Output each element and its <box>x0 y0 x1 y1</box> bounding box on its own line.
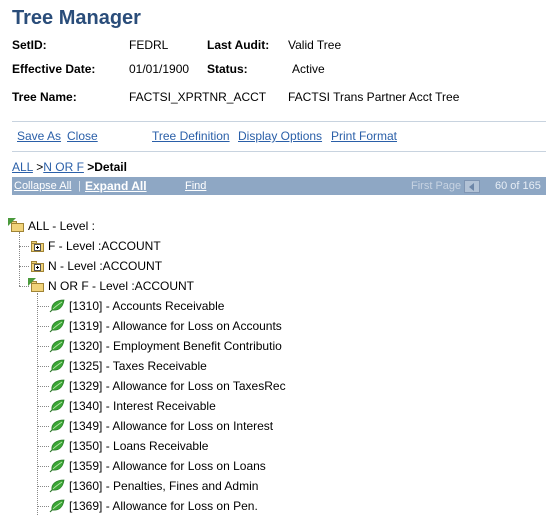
tree-connector <box>37 346 49 347</box>
closed-folder-icon <box>31 260 45 272</box>
tree-leaf-label: [1319] - Allowance for Loss on Accounts <box>69 319 282 333</box>
tree-leaf-label: [1310] - Accounts Receivable <box>69 299 225 313</box>
tree-leaf-label: [1325] - Taxes Receivable <box>69 359 207 373</box>
tree-leaf[interactable]: [1325] - Taxes Receivable <box>49 356 207 376</box>
tree-name-label: Tree Name: <box>12 90 77 104</box>
actions-divider <box>12 151 546 152</box>
leaf-icon <box>49 399 65 413</box>
tree-leaf-label: [1350] - Loans Receivable <box>69 439 209 453</box>
tree-root-node[interactable]: ALL - Level : <box>8 216 95 236</box>
close-link[interactable]: Close <box>67 129 98 143</box>
status-label: Status: <box>207 62 248 76</box>
breadcrumb-separator: > <box>83 160 95 174</box>
leaf-icon <box>49 419 65 433</box>
header-divider <box>12 121 546 122</box>
breadcrumb-norf-link[interactable]: N OR F <box>43 160 84 174</box>
tree-leaf[interactable]: [1369] - Allowance for Loss on Pen. <box>49 496 258 516</box>
closed-folder-icon <box>31 240 45 252</box>
expand-all-link[interactable]: Expand All <box>85 179 147 193</box>
tree-leaf[interactable]: [1359] - Allowance for Loss on Loans <box>49 456 266 476</box>
leaf-icon <box>49 359 65 373</box>
tree-connector <box>37 466 49 467</box>
status-value: Active <box>292 62 325 76</box>
tree-connector <box>37 306 49 307</box>
tree-leaf-label: [1369] - Allowance for Loss on Pen. <box>69 499 258 513</box>
tree-connector <box>37 426 49 427</box>
tree-leaf-label: [1360] - Penalties, Fines and Admin <box>69 479 259 493</box>
breadcrumb-current: Detail <box>94 160 127 174</box>
tree-connector <box>19 286 29 287</box>
tree-name-value: FACTSI_XPRTNR_ACCT <box>129 90 267 104</box>
effective-date-label: Effective Date: <box>12 62 96 76</box>
tree-node-label: N - Level :ACCOUNT <box>48 259 163 273</box>
tree-node-n-or-f[interactable]: N OR F - Level :ACCOUNT <box>28 276 195 296</box>
tree-leaf-label: [1329] - Allowance for Loss on TaxesRec <box>69 379 286 393</box>
breadcrumb-all-link[interactable]: ALL <box>12 160 33 174</box>
save-as-link[interactable]: Save As <box>17 129 61 143</box>
leaf-icon <box>49 319 65 333</box>
breadcrumb: ALL >N OR F >Detail <box>12 160 127 174</box>
tree-connector <box>37 506 49 507</box>
open-folder-icon <box>8 217 25 232</box>
tree-root-label: ALL - Level : <box>28 219 95 233</box>
first-page-link[interactable]: First Page <box>411 180 461 192</box>
tree-leaf-label: [1349] - Allowance for Loss on Interest <box>69 419 274 433</box>
tree-leaf-label: [1320] - Employment Benefit Contributio <box>69 339 282 353</box>
tree-leaf[interactable]: [1349] - Allowance for Loss on Interest <box>49 416 273 436</box>
breadcrumb-separator: > <box>32 160 44 174</box>
page-title: Tree Manager <box>12 7 141 29</box>
tree-connector <box>37 366 49 367</box>
tree-connector <box>37 486 49 487</box>
tree-leaf[interactable]: [1319] - Allowance for Loss on Accounts <box>49 316 282 336</box>
tree-leaf[interactable]: [1329] - Allowance for Loss on TaxesRec <box>49 376 286 396</box>
last-audit-label: Last Audit: <box>207 38 270 52</box>
setid-label: SetID: <box>12 38 47 52</box>
tree-leaf[interactable]: [1310] - Accounts Receivable <box>49 296 224 316</box>
previous-page-icon[interactable] <box>464 180 480 193</box>
page-count: 60 of 165 <box>495 180 541 192</box>
tree-leaf[interactable]: [1350] - Loans Receivable <box>49 436 208 456</box>
collapse-all-link[interactable]: Collapse All <box>14 180 71 192</box>
print-format-link[interactable]: Print Format <box>331 129 397 143</box>
leaf-icon <box>49 459 65 473</box>
find-link[interactable]: Find <box>185 180 206 192</box>
open-folder-icon <box>28 277 45 292</box>
navbar-divider: | <box>78 180 81 192</box>
tree-connector <box>37 386 49 387</box>
tree-name-description: FACTSI Trans Partner Acct Tree <box>288 90 460 104</box>
tree-leaf[interactable]: [1320] - Employment Benefit Contributio <box>49 336 282 356</box>
leaf-icon <box>49 499 65 513</box>
leaf-icon <box>49 479 65 493</box>
leaf-icon <box>49 339 65 353</box>
tree-definition-link[interactable]: Tree Definition <box>152 129 230 143</box>
tree-connector <box>19 232 20 286</box>
display-options-link[interactable]: Display Options <box>238 129 322 143</box>
tree-connector <box>37 406 49 407</box>
tree-connector <box>19 246 29 247</box>
tree-navigation-bar: Collapse All | Expand All Find First Pag… <box>12 177 546 195</box>
last-audit-value: Valid Tree <box>288 38 342 52</box>
tree-connector <box>37 446 49 447</box>
leaf-icon <box>49 439 65 453</box>
leaf-icon <box>49 299 65 313</box>
tree-leaf[interactable]: [1340] - Interest Receivable <box>49 396 216 416</box>
tree-connector <box>19 266 29 267</box>
effective-date-value: 01/01/1900 <box>129 62 190 76</box>
tree-leaf-label: [1340] - Interest Receivable <box>69 399 216 413</box>
leaf-icon <box>49 379 65 393</box>
tree-node-n[interactable]: N - Level :ACCOUNT <box>31 256 162 276</box>
tree-leaf[interactable]: [1360] - Penalties, Fines and Admin <box>49 476 258 496</box>
setid-value: FEDRL <box>129 38 169 52</box>
tree-node-label: F - Level :ACCOUNT <box>48 239 161 253</box>
tree-node-f[interactable]: F - Level :ACCOUNT <box>31 236 161 256</box>
tree-connector <box>37 326 49 327</box>
tree-leaf-label: [1359] - Allowance for Loss on Loans <box>69 459 266 473</box>
tree-node-label: N OR F - Level :ACCOUNT <box>48 279 195 293</box>
